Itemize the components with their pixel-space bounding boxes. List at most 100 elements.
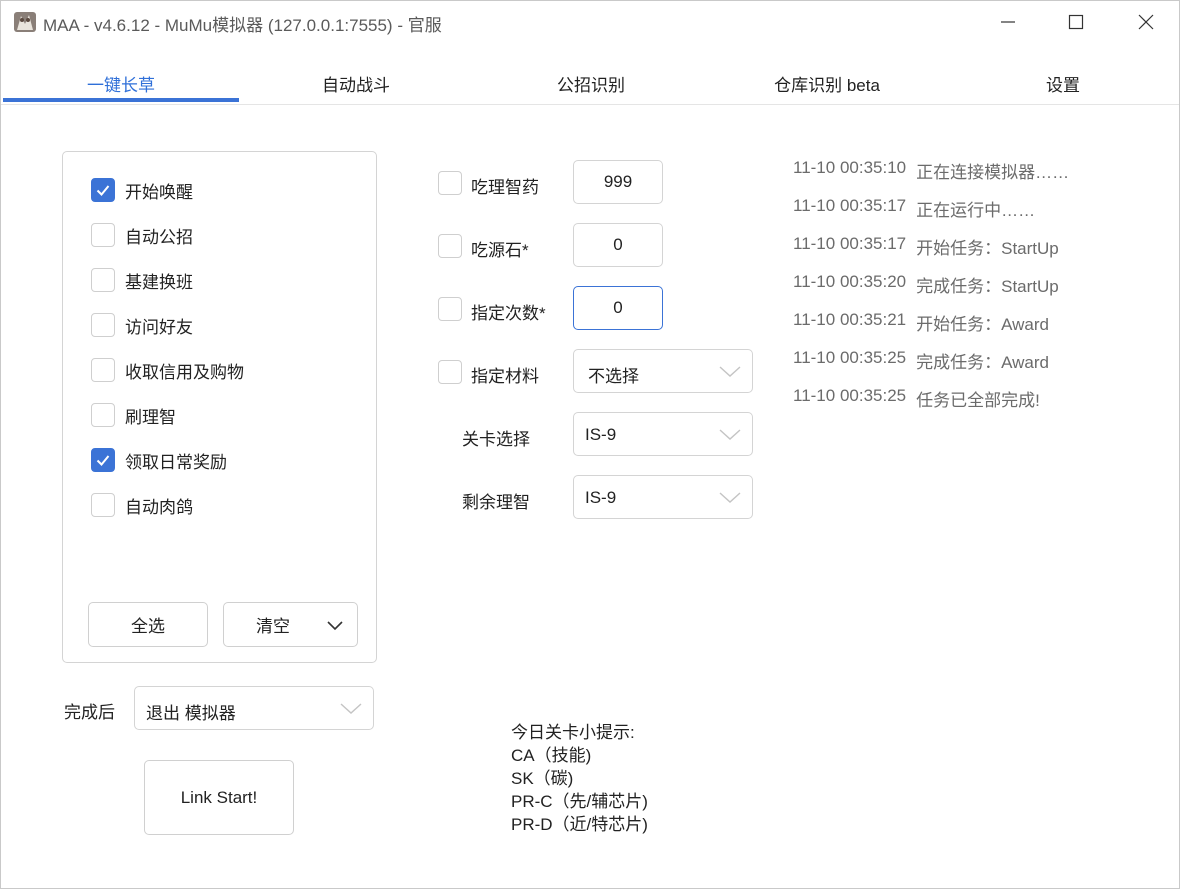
maximize-icon <box>1068 14 1084 30</box>
remaining-sanity-label: 剩余理智 <box>462 493 530 512</box>
log-entry: 11-10 00:35:17 开始任务：StartUp <box>793 234 1173 272</box>
after-completion-label: 完成后 <box>64 703 115 722</box>
log-timestamp: 11-10 00:35:20 <box>793 272 907 291</box>
log-timestamp: 11-10 00:35:17 <box>793 196 907 215</box>
chevron-down-icon[interactable] <box>325 615 345 635</box>
material-select[interactable]: 不选择 <box>573 349 753 393</box>
stone-count-input[interactable]: 0 <box>573 223 663 267</box>
task-checkbox[interactable] <box>91 268 115 292</box>
close-icon <box>1138 14 1154 30</box>
task-item-infrastructure[interactable]: 基建换班 <box>91 267 193 293</box>
task-label: 自动肉鸽 <box>125 497 193 517</box>
task-checkbox[interactable] <box>91 178 115 202</box>
task-checkbox[interactable] <box>91 358 115 382</box>
log-entry: 11-10 00:35:20 完成任务：StartUp <box>793 272 1173 310</box>
log-message: 开始任务：Award <box>916 315 1050 334</box>
checkmark-icon <box>96 185 110 196</box>
window-title: MAA - v4.6.12 - MuMu模拟器 (127.0.0.1:7555)… <box>43 16 442 35</box>
maximize-button[interactable] <box>1041 1 1111 43</box>
task-label: 基建换班 <box>125 272 193 292</box>
log-message: 任务已全部完成! <box>916 391 1040 410</box>
select-all-button[interactable]: 全选 <box>88 602 208 647</box>
material-label: 指定材料 <box>471 367 539 386</box>
active-tab-indicator <box>3 98 239 102</box>
tip-item: PR-D（近/特芯片) <box>511 815 648 834</box>
times-count-input[interactable]: 0 <box>573 286 663 330</box>
stage-label: 关卡选择 <box>462 430 530 449</box>
tab-recruit[interactable]: 公招识别 <box>473 59 709 105</box>
stage-tips: 今日关卡小提示: CA（技能) SK（碳) PR-C（先/辅芯片) PR-D（近… <box>511 721 648 836</box>
task-label: 自动公招 <box>125 227 193 247</box>
log-message: 正在连接模拟器…… <box>916 163 1070 182</box>
link-start-button[interactable]: Link Start! <box>144 760 294 835</box>
log-message: 完成任务：StartUp <box>916 277 1059 296</box>
main-window: MAA - v4.6.12 - MuMu模拟器 (127.0.0.1:7555)… <box>0 0 1180 889</box>
times-checkbox[interactable] <box>438 297 462 321</box>
title-bar[interactable]: MAA - v4.6.12 - MuMu模拟器 (127.0.0.1:7555)… <box>1 1 1179 43</box>
close-button[interactable] <box>1111 1 1180 43</box>
medicine-count-input[interactable]: 999 <box>573 160 663 204</box>
tip-item: PR-C（先/辅芯片) <box>511 792 648 811</box>
chevron-down-icon <box>719 366 741 377</box>
log-message: 开始任务：StartUp <box>916 239 1059 258</box>
task-item-daily-rewards[interactable]: 领取日常奖励 <box>91 447 227 473</box>
task-checkbox[interactable] <box>91 448 115 472</box>
task-label: 访问好友 <box>125 317 193 337</box>
log-timestamp: 11-10 00:35:25 <box>793 386 907 405</box>
log-message: 正在运行中…… <box>916 201 1036 220</box>
tips-heading: 今日关卡小提示: <box>511 723 635 742</box>
log-entry: 11-10 00:35:25 完成任务：Award <box>793 348 1173 386</box>
after-completion-value: 退出 模拟器 <box>146 704 236 723</box>
task-label: 收取信用及购物 <box>125 362 244 382</box>
after-completion-select[interactable]: 退出 模拟器 <box>134 686 374 730</box>
clear-button[interactable]: 清空 <box>223 602 358 647</box>
chevron-down-icon <box>719 492 741 503</box>
log-entry: 11-10 00:35:25 任务已全部完成! <box>793 386 1173 424</box>
medicine-label: 吃理智药 <box>471 178 539 197</box>
minimize-button[interactable] <box>973 1 1043 43</box>
log-timestamp: 11-10 00:35:17 <box>793 234 907 253</box>
task-list-panel: 开始唤醒 自动公招 基建换班 访问好友 收取信用及购物 刷理智 领取日常奖励 自… <box>62 151 377 663</box>
task-item-visit-friends[interactable]: 访问好友 <box>91 312 193 338</box>
task-checkbox[interactable] <box>91 313 115 337</box>
material-value: 不选择 <box>588 367 639 386</box>
chevron-down-icon <box>719 429 741 440</box>
task-item-roguelike[interactable]: 自动肉鸽 <box>91 492 193 518</box>
material-checkbox[interactable] <box>438 360 462 384</box>
task-checkbox[interactable] <box>91 403 115 427</box>
times-label: 指定次数* <box>471 304 546 323</box>
tab-auto-battle[interactable]: 自动战斗 <box>238 59 474 105</box>
stage-select[interactable]: IS-9 <box>573 412 753 456</box>
medicine-checkbox[interactable] <box>438 171 462 195</box>
log-message: 完成任务：Award <box>916 353 1050 372</box>
app-logo-icon <box>14 12 36 32</box>
remaining-sanity-select[interactable]: IS-9 <box>573 475 753 519</box>
log-entry: 11-10 00:35:17 正在运行中…… <box>793 196 1173 234</box>
log-timestamp: 11-10 00:35:21 <box>793 310 907 329</box>
tab-settings[interactable]: 设置 <box>945 59 1180 105</box>
task-label: 领取日常奖励 <box>125 452 227 472</box>
stone-label: 吃源石* <box>471 241 529 260</box>
task-label: 刷理智 <box>125 407 176 427</box>
log-panel: 11-10 00:35:10 正在连接模拟器…… 11-10 00:35:17 … <box>793 158 1173 424</box>
minimize-icon <box>1001 21 1015 23</box>
stage-value: IS-9 <box>585 425 617 444</box>
stone-checkbox[interactable] <box>438 234 462 258</box>
task-item-wakeup[interactable]: 开始唤醒 <box>91 177 193 203</box>
task-item-recruit[interactable]: 自动公招 <box>91 222 193 248</box>
task-item-farm-sanity[interactable]: 刷理智 <box>91 402 176 428</box>
tab-depot[interactable]: 仓库识别 beta <box>709 59 945 105</box>
task-checkbox[interactable] <box>91 223 115 247</box>
log-timestamp: 11-10 00:35:25 <box>793 348 907 367</box>
remaining-sanity-value: IS-9 <box>585 488 617 507</box>
tip-item: CA（技能) <box>511 746 592 765</box>
task-label: 开始唤醒 <box>125 182 193 202</box>
log-entry: 11-10 00:35:10 正在连接模拟器…… <box>793 158 1173 196</box>
task-item-credit-shop[interactable]: 收取信用及购物 <box>91 357 244 383</box>
task-checkbox[interactable] <box>91 493 115 517</box>
chevron-down-icon <box>340 703 362 714</box>
clear-button-label: 清空 <box>256 617 290 636</box>
checkmark-icon <box>96 455 110 466</box>
tip-item: SK（碳) <box>511 769 574 788</box>
log-timestamp: 11-10 00:35:10 <box>793 158 907 177</box>
